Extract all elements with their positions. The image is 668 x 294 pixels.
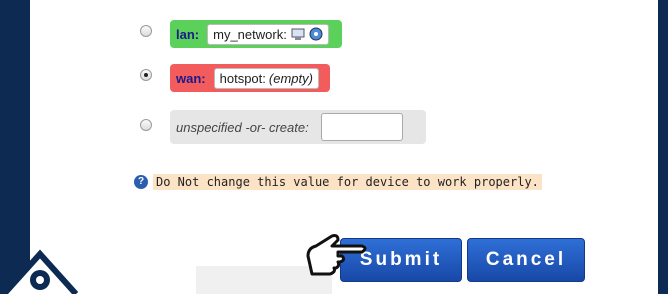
network-badge-wan: hotspot: (empty) [213,67,319,89]
network-name-lan: my_network: [213,26,287,42]
zone-lan[interactable]: lan: my_network: [170,20,342,48]
help-note-text: Do Not change this value for device to w… [153,174,542,190]
network-badge-lan: my_network: [207,23,329,45]
logo-icon [1,249,79,294]
help-note: ? Do Not change this value for device to… [134,174,542,190]
network-empty-wan: (empty) [268,70,313,86]
form-panel: lan: my_network: wan: hotspot: (empty) u… [30,0,658,294]
radio-wan[interactable] [140,69,152,81]
cancel-button[interactable]: Cancel [467,238,585,282]
ethernet-icon [291,28,305,40]
radio-lan[interactable] [140,25,152,37]
radio-unspecified[interactable] [140,119,152,131]
pointing-hand-icon [306,234,367,276]
zone-lan-label: lan: [176,26,200,42]
zone-wan[interactable]: wan: hotspot: (empty) [170,64,330,92]
zone-unspecified[interactable]: unspecified -or- create: [170,110,426,144]
unspecified-label: unspecified -or- create: [176,119,309,135]
zone-wan-label: wan: [176,70,206,86]
wireless-icon [309,27,323,41]
network-name-wan: hotspot: [219,70,266,86]
help-icon: ? [134,175,148,189]
create-zone-input[interactable] [320,113,403,141]
